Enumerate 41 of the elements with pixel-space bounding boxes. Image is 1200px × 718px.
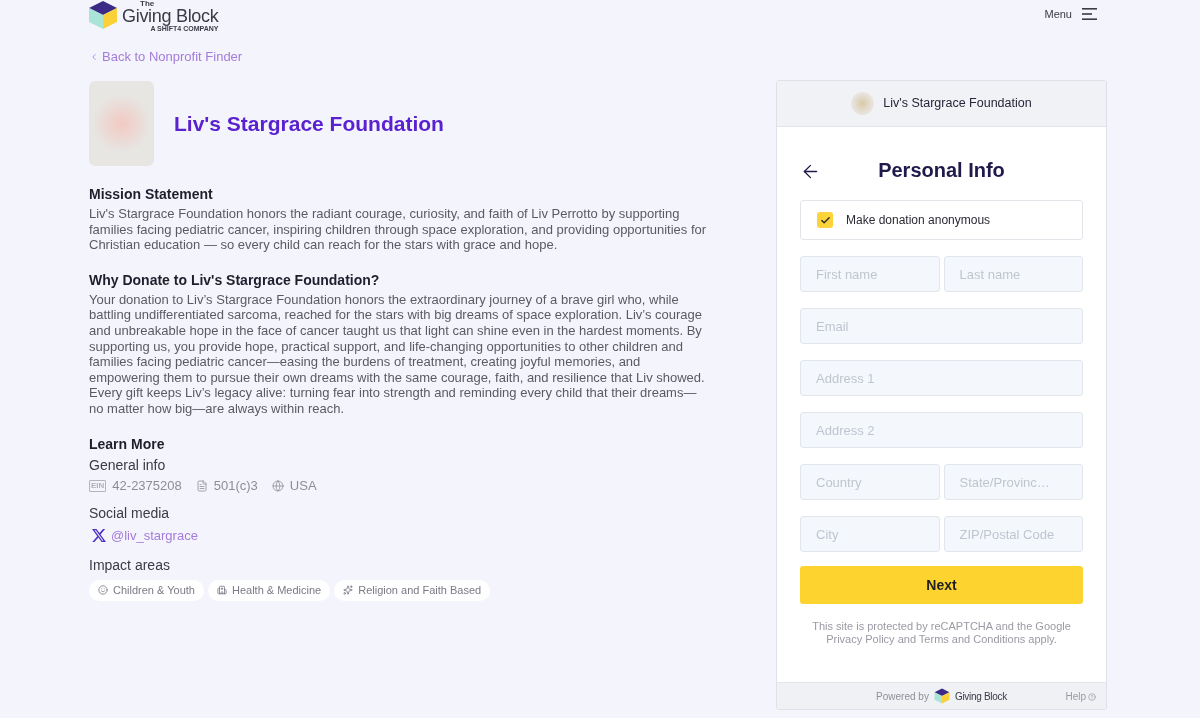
logo-top-word: The [139, 0, 156, 7]
next-button[interactable]: Next [800, 566, 1083, 604]
document-icon [195, 479, 208, 492]
powered-by-text: Powered by [876, 689, 929, 704]
logo-text: Giving Block [122, 7, 219, 25]
cube-logo-icon [933, 688, 950, 704]
impact-tag: Children & Youth [89, 579, 204, 601]
section-heading: Learn More [89, 435, 166, 453]
help-icon [1088, 692, 1096, 701]
subheading: Social media [89, 504, 171, 522]
section-text: Your donation to Liv’s Stargrace Foundation honors the extraordinary journey of a brave girl who, while battling undifferentiated sarcoma, reached for the stars with big dreams of space exploration. Liv’s courage and unbreakable hope in the face of cancer taught us that light can shine even in the hardest moments. By supporting us, you provide hope, practical support, and life-changing opportunities to other children and families facing pediatric cancer—easing the burdens of treatment, creating joyful memories, and empowering them to pursue their own dreams with the same courage, faith, and resilience that Liv showed. Every gift keeps Liv’s legacy alive: turning fear into strength and reminding every child that their dreams—no matter how big—are always within reach. [89, 291, 706, 417]
impact-tag: Health & Medicine [207, 579, 331, 601]
anonymous-option[interactable]: Make donation anonymous [800, 200, 1083, 240]
checkbox-label: Make donation anonymous [846, 212, 991, 229]
info-value: USA [289, 477, 317, 494]
section-heading: Mission Statement [89, 186, 214, 203]
chevron-left-icon [89, 52, 99, 62]
impact-tag: Religion and Faith Based [334, 579, 491, 601]
organization-name: Liv's Stargrace Foundation [174, 110, 444, 137]
panel-org-name: Liv's Stargrace Foundation [883, 95, 1032, 113]
subheading: General info [89, 456, 167, 474]
hospital-icon [216, 585, 227, 596]
subheading: Impact areas [89, 556, 171, 574]
checkbox[interactable] [817, 212, 833, 228]
globe-icon [271, 479, 284, 492]
menu-button[interactable]: Menu [1044, 6, 1097, 23]
cube-logo-icon [88, 0, 118, 30]
menu-icon [1082, 8, 1097, 21]
ein-label: EIN [89, 479, 107, 492]
smile-icon [98, 585, 108, 596]
section-text: Liv's Stargrace Foundation honors the radiant courage, curiosity, and faith of Liv Perrotto by supporting families facing pediatric cancer, inspiring children through space exploration, and providing opportunities for Christian education — so every child can reach for the stars with grace and hope. [89, 206, 708, 253]
check-icon [819, 214, 831, 226]
info-value: 501(c)3 [213, 477, 258, 494]
recaptcha-notice: This site is protected by reCAPTCHA and the Google Privacy Policy and Terms and Conditions apply. [811, 620, 1072, 646]
x-logo-icon [92, 529, 106, 543]
avatar-placeholder [851, 92, 875, 115]
sparkles-icon [343, 585, 354, 596]
section-heading: Why Donate to Liv's Stargrace Foundation? [89, 271, 381, 289]
footer-logo-text: Giving Block [954, 689, 1007, 704]
form-title: Personal Info [878, 158, 1005, 183]
info-value: 42-2375208 [112, 477, 182, 494]
